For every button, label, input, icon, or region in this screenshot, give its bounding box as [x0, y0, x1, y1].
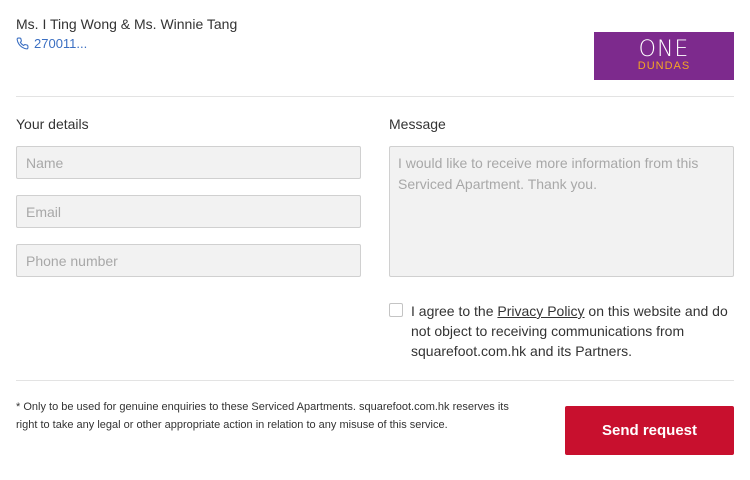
- phone-link[interactable]: 270011...: [34, 36, 87, 51]
- phone-row[interactable]: 270011...: [16, 36, 87, 51]
- send-request-button[interactable]: Send request: [565, 406, 734, 455]
- message-label: Message: [389, 116, 446, 132]
- consent-text: I agree to the Privacy Policy on this we…: [411, 301, 736, 361]
- name-input[interactable]: [16, 146, 361, 179]
- logo-line1: ONE: [638, 37, 690, 62]
- top-divider: [16, 96, 734, 97]
- your-details-label: Your details: [16, 116, 89, 132]
- email-input[interactable]: [16, 195, 361, 228]
- agent-name: Ms. I Ting Wong & Ms. Winnie Tang: [16, 16, 238, 32]
- consent-prefix: I agree to the: [411, 303, 498, 319]
- logo-line2: DUNDAS: [637, 60, 691, 72]
- privacy-policy-link[interactable]: Privacy Policy: [497, 303, 584, 319]
- one-dundas-logo: ONE DUNDAS: [594, 32, 734, 80]
- consent-checkbox[interactable]: [389, 303, 403, 317]
- phone-number-input[interactable]: [16, 244, 361, 277]
- phone-icon: [16, 37, 29, 50]
- disclaimer-text: * Only to be used for genuine enquiries …: [16, 401, 509, 431]
- bottom-divider: [16, 380, 734, 381]
- message-textarea[interactable]: [389, 146, 734, 277]
